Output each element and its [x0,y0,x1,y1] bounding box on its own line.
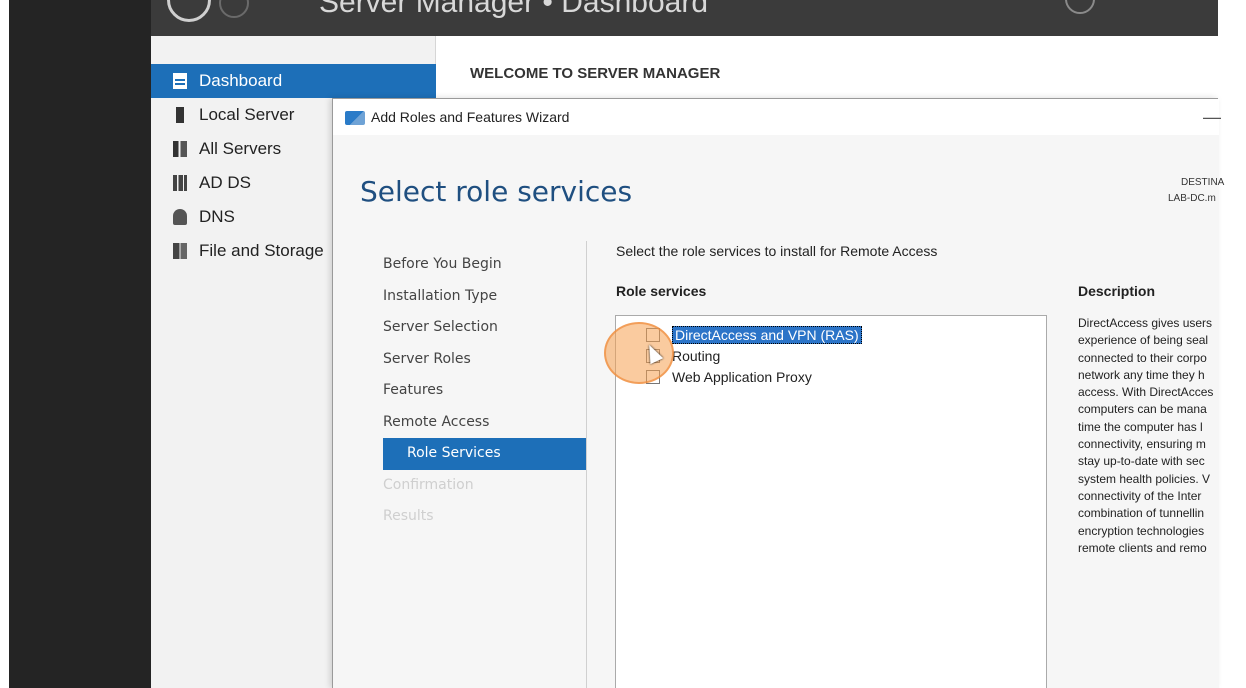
description-line: DirectAccess gives users [1078,316,1213,330]
role-services-list[interactable]: DirectAccess and VPN (RAS) Routing Web A… [615,315,1047,688]
dns-icon [173,209,187,225]
step-server-roles[interactable]: Server Roles [383,344,587,376]
add-roles-wizard-window: Add Roles and Features Wizard — Select r… [332,98,1224,688]
ad-ds-icon [173,175,187,191]
description-line: encryption technologies [1078,523,1205,538]
destination-server-label: DESTINA [1181,177,1225,188]
wizard-steps-nav: Before You Begin Installation Type Serve… [383,249,587,533]
role-service-label: Web Application Proxy [672,368,812,385]
step-before-you-begin[interactable]: Before You Begin [383,249,587,281]
wizard-body: Select role services DESTINA LAB-DC.m Be… [333,135,1224,688]
right-white-edge [1218,0,1246,688]
back-arrow-icon[interactable] [167,0,211,22]
left-white-edge [0,0,9,688]
sidebar-item-dashboard[interactable]: Dashboard [151,64,436,98]
description-line: network any time they h [1078,367,1205,382]
step-server-selection[interactable]: Server Selection [383,312,587,344]
sidebar-item-label: Dashboard [199,71,283,90]
role-service-web-application-proxy[interactable]: Web Application Proxy [646,366,812,387]
sidebar-item-label: AD DS [199,173,251,192]
forward-arrow-icon[interactable] [219,0,249,18]
description-line: system health policies. V [1078,471,1211,486]
servers-icon [173,141,187,157]
description-line: time the computer has l [1078,419,1203,434]
step-features[interactable]: Features [383,375,587,407]
minimize-button[interactable]: — [1203,107,1221,128]
step-results: Results [383,508,434,524]
destination-server-name: LAB-DC.m [1168,193,1216,204]
welcome-header: WELCOME TO SERVER MANAGER [470,65,721,82]
role-service-label: DirectAccess and VPN (RAS) [672,325,862,344]
role-services-header: Role services [616,283,707,299]
description-line: experience of being seal [1078,333,1209,348]
left-dark-area [0,0,151,688]
step-role-services[interactable]: Role Services [383,438,586,470]
page-title: Select role services [360,175,633,208]
description-line: combination of tunnellin [1078,506,1205,521]
description-line: connected to their corpo [1078,350,1207,365]
sidebar-item-label: All Servers [199,139,282,158]
step-confirmation: Confirmation [383,476,474,493]
wizard-titlebar: Add Roles and Features Wizard — [333,99,1221,135]
step-installation-type[interactable]: Installation Type [383,281,587,313]
description-header: Description [1078,283,1156,299]
refresh-icon[interactable] [1065,0,1095,14]
sidebar-item-label: File and Storage [199,241,324,260]
description-line: computers can be mana [1078,402,1207,417]
instruction-text: Select the role services to install for … [616,243,938,259]
dashboard-icon [173,73,187,89]
sidebar-item-label: DNS [199,207,235,226]
click-highlight [604,322,674,384]
description-text: DirectAccess gives users experience of b… [1078,315,1219,557]
description-line: stay up-to-date with sec [1078,454,1205,469]
steps-divider [586,241,587,688]
sidebar-item-label: Local Server [199,105,295,124]
wizard-window-title: Add Roles and Features Wizard [371,109,570,125]
wizard-app-icon [345,111,365,125]
description-line: connectivity, ensuring m [1078,437,1206,452]
description-line: access. With DirectAcces [1078,385,1214,400]
description-line: remote clients and remo [1078,540,1207,555]
description-line: connectivity of the Inter [1078,488,1202,503]
step-remote-access[interactable]: Remote Access [383,407,587,439]
file-storage-icon [173,243,187,259]
role-service-label: Routing [672,347,721,364]
server-manager-title: Server Manager • Dashboard [319,0,709,19]
server-manager-titlebar: Server Manager • Dashboard [151,0,1218,36]
role-service-directaccess-vpn[interactable]: DirectAccess and VPN (RAS) [646,324,862,345]
server-icon [176,107,184,123]
